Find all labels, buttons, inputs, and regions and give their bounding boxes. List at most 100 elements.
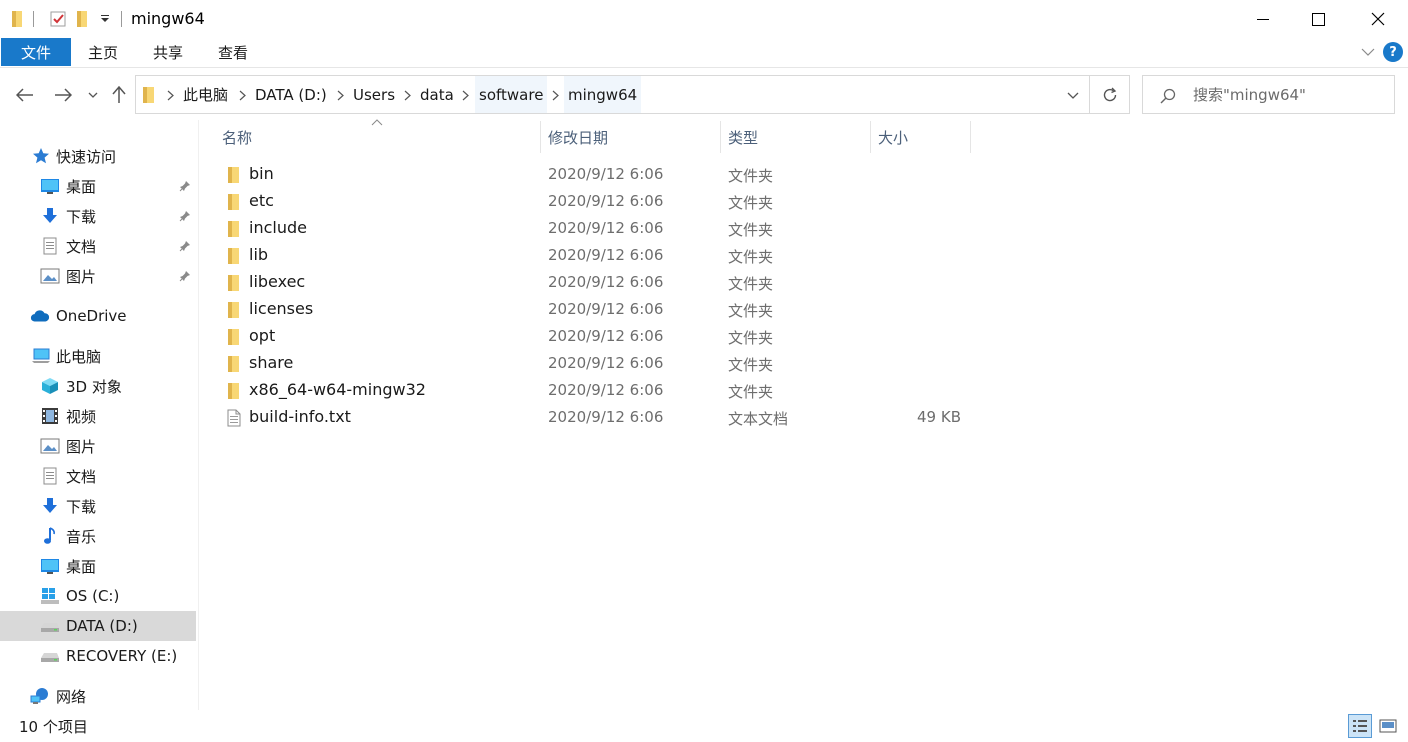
chevron-right-icon[interactable] xyxy=(334,88,346,102)
pin-icon[interactable] xyxy=(178,209,192,223)
file-size: 49 KB xyxy=(917,408,961,426)
breadcrumb-this-pc[interactable]: 此电脑 xyxy=(183,76,228,113)
column-divider[interactable] xyxy=(720,121,721,153)
breadcrumb-users[interactable]: Users xyxy=(353,76,395,113)
details-view-icon[interactable] xyxy=(1348,714,1372,738)
sidebar-item-pictures[interactable]: 图片 xyxy=(0,431,196,461)
column-header-type[interactable]: 类型 xyxy=(728,121,758,153)
large-icons-view-icon[interactable] xyxy=(1376,714,1400,738)
file-row[interactable]: build-info.txt 2020/9/12 6:06 文本文档 49 KB xyxy=(215,404,975,431)
customize-dropdown-icon[interactable] xyxy=(97,8,113,30)
folder-icon xyxy=(224,300,244,320)
file-name: bin xyxy=(249,164,274,183)
file-row[interactable]: licenses 2020/9/12 6:06 文件夹 xyxy=(215,296,975,323)
column-divider[interactable] xyxy=(540,121,541,153)
column-header-name[interactable]: 名称 xyxy=(222,121,252,153)
file-type: 文件夹 xyxy=(728,194,774,212)
file-type: 文件夹 xyxy=(728,275,774,293)
download-arrow-icon xyxy=(40,496,60,516)
column-divider[interactable] xyxy=(970,121,971,153)
chevron-right-icon[interactable] xyxy=(549,88,561,102)
ribbon-tabs: 文件 主页 共享 查看 ? xyxy=(0,38,1408,68)
chevron-down-icon[interactable] xyxy=(80,81,106,109)
tab-home[interactable]: 主页 xyxy=(88,38,118,66)
sidebar-item-os-c[interactable]: OS (C:) xyxy=(0,581,196,611)
pin-icon[interactable] xyxy=(178,179,192,193)
search-icon xyxy=(1159,87,1177,105)
pin-icon[interactable] xyxy=(178,269,192,283)
sidebar-item-recovery-e[interactable]: RECOVERY (E:) xyxy=(0,641,196,671)
close-icon[interactable] xyxy=(1355,0,1401,38)
item-count-status: 10 个项目 xyxy=(19,718,88,736)
file-name: etc xyxy=(249,191,274,210)
back-arrow-icon[interactable] xyxy=(11,81,39,109)
refresh-icon[interactable] xyxy=(1090,75,1130,114)
cube-3d-icon xyxy=(40,376,60,396)
sidebar-item-desktop[interactable]: 桌面 xyxy=(0,551,196,581)
properties-check-icon[interactable] xyxy=(47,8,69,30)
breadcrumb-software[interactable]: software xyxy=(475,76,548,113)
tab-file[interactable]: 文件 xyxy=(1,38,71,66)
sidebar-item-onedrive[interactable]: OneDrive xyxy=(0,301,196,331)
help-icon[interactable]: ? xyxy=(1382,42,1404,62)
sidebar-item-music[interactable]: 音乐 xyxy=(0,521,196,551)
file-type: 文件夹 xyxy=(728,221,774,239)
breadcrumb-data-drive[interactable]: DATA (D:) xyxy=(255,76,327,113)
sidebar-item-documents-pinned[interactable]: 文档 xyxy=(0,231,196,261)
file-type: 文件夹 xyxy=(728,302,774,320)
sort-ascending-icon xyxy=(371,119,383,126)
file-type: 文件夹 xyxy=(728,167,774,185)
search-input[interactable] xyxy=(1193,84,1383,106)
chevron-right-icon[interactable] xyxy=(236,88,248,102)
address-history-dropdown-icon[interactable] xyxy=(1063,86,1083,104)
file-row[interactable]: etc 2020/9/12 6:06 文件夹 xyxy=(215,188,975,215)
sidebar-item-data-d[interactable]: DATA (D:) xyxy=(0,611,196,641)
sidebar-item-desktop-pinned[interactable]: 桌面 xyxy=(0,171,196,201)
file-name: libexec xyxy=(249,272,306,291)
file-name: opt xyxy=(249,326,276,345)
file-row[interactable]: opt 2020/9/12 6:06 文件夹 xyxy=(215,323,975,350)
address-bar[interactable]: 此电脑 DATA (D:) Users data software mingw6… xyxy=(135,75,1090,114)
file-date: 2020/9/12 6:06 xyxy=(548,273,664,291)
expand-ribbon-icon[interactable] xyxy=(1357,42,1379,62)
up-arrow-icon[interactable] xyxy=(105,81,133,109)
sidebar-item-documents[interactable]: 文档 xyxy=(0,461,196,491)
sidebar-item-quick-access[interactable]: 快速访问 xyxy=(0,141,196,171)
chevron-right-icon[interactable] xyxy=(401,88,413,102)
forward-arrow-icon[interactable] xyxy=(49,81,77,109)
column-divider[interactable] xyxy=(870,121,871,153)
file-row[interactable]: libexec 2020/9/12 6:06 文件夹 xyxy=(215,269,975,296)
sidebar-item-downloads[interactable]: 下载 xyxy=(0,491,196,521)
pin-icon[interactable] xyxy=(178,239,192,253)
title-bar: mingw64 xyxy=(0,0,1408,38)
file-row[interactable]: include 2020/9/12 6:06 文件夹 xyxy=(215,215,975,242)
sidebar-item-this-pc[interactable]: 此电脑 xyxy=(0,341,196,371)
breadcrumb-mingw64[interactable]: mingw64 xyxy=(564,76,642,113)
column-header-date[interactable]: 修改日期 xyxy=(548,121,608,153)
picture-icon xyxy=(40,266,60,286)
text-file-icon xyxy=(224,408,244,428)
minimize-icon[interactable] xyxy=(1240,0,1286,38)
folder-icon xyxy=(224,165,244,185)
file-name: lib xyxy=(249,245,269,264)
chevron-right-icon[interactable] xyxy=(164,88,176,102)
file-row[interactable]: share 2020/9/12 6:06 文件夹 xyxy=(215,350,975,377)
file-row[interactable]: lib 2020/9/12 6:06 文件夹 xyxy=(215,242,975,269)
navigation-pane: 快速访问 桌面 下载 文档 图片 OneDrive 此电脑 3D 对象 视频 图… xyxy=(0,120,199,710)
sidebar-item-pictures-pinned[interactable]: 图片 xyxy=(0,261,196,291)
tab-view[interactable]: 查看 xyxy=(218,38,248,66)
chevron-right-icon[interactable] xyxy=(459,88,471,102)
folder-icon xyxy=(224,273,244,293)
sidebar-item-3d-objects[interactable]: 3D 对象 xyxy=(0,371,196,401)
sidebar-item-downloads-pinned[interactable]: 下载 xyxy=(0,201,196,231)
sidebar-item-network[interactable]: 网络 xyxy=(0,681,196,711)
tab-share[interactable]: 共享 xyxy=(153,38,183,66)
column-header-size[interactable]: 大小 xyxy=(878,121,908,153)
search-box[interactable] xyxy=(1142,75,1395,114)
maximize-icon[interactable] xyxy=(1295,0,1341,38)
file-row[interactable]: x86_64-w64-mingw32 2020/9/12 6:06 文件夹 xyxy=(215,377,975,404)
breadcrumb-data[interactable]: data xyxy=(420,76,454,113)
file-row[interactable]: bin 2020/9/12 6:06 文件夹 xyxy=(215,161,975,188)
new-folder-icon[interactable] xyxy=(73,8,93,30)
sidebar-item-videos[interactable]: 视频 xyxy=(0,401,196,431)
